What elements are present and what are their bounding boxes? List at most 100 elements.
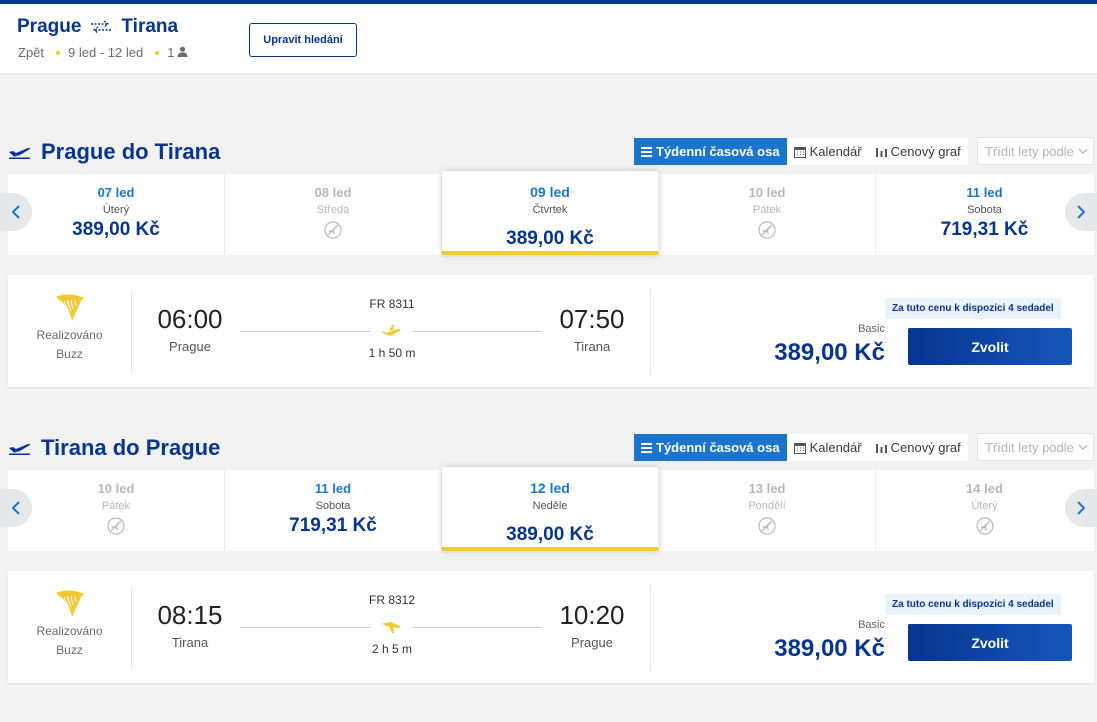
chevron-down-icon <box>1078 148 1088 154</box>
fare-type: Basic <box>858 619 885 631</box>
day-weekday: Sobota <box>967 204 1002 216</box>
flight-number: FR 8311 <box>369 297 415 311</box>
departure-city: Prague <box>169 339 211 354</box>
day-weekday: Pátek <box>752 204 782 216</box>
view-toggle: Týdenní časová osa Kalendář Cenový graf <box>634 138 968 165</box>
departure-city: Tirana <box>171 635 209 650</box>
destination-city: Tirana <box>121 16 179 37</box>
date-carousel: 10 led Pátek 11 led Sobota 719,31 Kč 12 … <box>0 467 1097 551</box>
bar-chart-icon <box>875 444 887 453</box>
day-date: 14 led <box>966 481 1003 496</box>
select-flight-button[interactable]: Zvolit <box>908 624 1072 661</box>
inbound-title: Tirana do Prague <box>41 435 221 460</box>
day-date: 10 led <box>97 481 135 496</box>
route-line <box>240 331 370 332</box>
arrival-time: 07:50 <box>559 304 625 334</box>
tab-label: Kalendář <box>809 440 862 455</box>
arrival-time: 10:20 <box>559 600 625 630</box>
sort-select[interactable]: Třídit lety podle <box>977 137 1094 165</box>
next-dates-button[interactable] <box>1065 193 1097 231</box>
operator-line-1: Realizováno <box>36 328 103 342</box>
route-line <box>412 627 542 628</box>
tab-label: Týdenní časová osa <box>656 440 780 455</box>
date-card: 10 led Pátek <box>659 174 876 255</box>
divider <box>650 290 651 374</box>
chevron-left-icon <box>12 501 20 515</box>
day-date: 10 led <box>748 185 786 200</box>
date-card[interactable]: 11 led Sobota 719,31 Kč <box>225 470 442 551</box>
route-line <box>240 627 370 628</box>
weekly-timeline-tab[interactable]: Týdenní časová osa <box>634 138 787 165</box>
flight-card: Realizováno Buzz 08:15 Tirana FR 8312 2 … <box>8 571 1094 683</box>
airline-harp-logo-icon <box>8 590 131 618</box>
plane-takeoff-icon <box>8 139 31 165</box>
select-flight-button[interactable]: Zvolit <box>908 328 1072 365</box>
operator-line-1: Realizováno <box>36 624 103 638</box>
chevron-down-icon <box>1078 444 1088 450</box>
origin-city: Prague <box>17 16 82 37</box>
day-price: 389,00 Kč <box>72 219 160 240</box>
operator-line-2: Buzz <box>56 347 83 361</box>
day-date: 08 led <box>314 185 352 200</box>
edit-search-button[interactable]: Upravit hledání <box>249 23 357 57</box>
plane-landing-icon <box>380 618 404 641</box>
no-flight-icon <box>659 221 875 239</box>
date-card: 08 led Středa <box>225 174 442 255</box>
date-card: 10 led Pátek <box>8 470 225 551</box>
chevron-left-icon <box>12 205 20 219</box>
no-flight-icon <box>876 517 1093 535</box>
date-card[interactable]: 11 led Sobota 719,31 Kč <box>876 174 1093 255</box>
calendar-icon <box>793 442 806 454</box>
day-date: 13 led <box>748 481 786 496</box>
day-weekday: Úterý <box>971 500 998 512</box>
calendar-tab[interactable]: Kalendář <box>786 434 869 461</box>
date-card[interactable]: 07 led Úterý 389,00 Kč <box>8 174 225 255</box>
plane-takeoff-icon <box>8 435 31 461</box>
tab-label: Kalendář <box>809 144 862 159</box>
tab-label: Cenový graf <box>890 440 961 455</box>
trip-dates: 9 led - 12 led <box>68 45 144 60</box>
seats-available-badge: Za tuto cenu k dispozici 4 sedadel <box>885 298 1061 319</box>
calendar-icon <box>793 146 806 158</box>
no-flight-icon <box>659 517 875 535</box>
sort-select[interactable]: Třídit lety podle <box>977 433 1094 461</box>
sort-placeholder: Třídit lety podle <box>985 439 1074 455</box>
day-date: 07 led <box>97 185 135 200</box>
weekly-timeline-tab[interactable]: Týdenní časová osa <box>634 434 787 461</box>
divider <box>650 586 651 670</box>
arrival-city: Prague <box>571 635 613 650</box>
outbound-title: Prague do Tirana <box>41 139 221 164</box>
date-carousel: 07 led Úterý 389,00 Kč 08 led Středa 09 … <box>0 171 1097 255</box>
person-icon <box>174 45 188 60</box>
day-price: 719,31 Kč <box>940 219 1029 240</box>
no-flight-icon <box>225 221 441 239</box>
tab-label: Týdenní časová osa <box>656 144 780 159</box>
section-title: Prague do Tirana <box>8 137 220 167</box>
route-title: Prague Tirana <box>17 16 178 38</box>
section-title: Tirana do Prague <box>8 433 220 463</box>
airline-harp-logo-icon <box>8 294 131 322</box>
day-date: 09 led <box>530 184 570 200</box>
flight-duration: 1 h 50 m <box>368 346 416 360</box>
route-line <box>412 331 542 332</box>
price-chart-tab[interactable]: Cenový graf <box>868 434 968 461</box>
calendar-tab[interactable]: Kalendář <box>786 138 869 165</box>
plane-icon <box>380 322 404 345</box>
separator-dot <box>56 50 61 55</box>
day-date: 11 led <box>966 185 1003 200</box>
operator-line-2: Buzz <box>56 643 83 657</box>
tab-label: Cenový graf <box>890 144 961 159</box>
no-flight-icon <box>8 517 224 535</box>
price-chart-tab[interactable]: Cenový graf <box>868 138 968 165</box>
day-weekday: Sobota <box>315 500 351 512</box>
search-summary-bar: Prague Tirana Zpět 9 led - 12 led 1 Upra… <box>0 0 1097 74</box>
flight-price: 389,00 Kč <box>774 635 885 662</box>
date-card-selected[interactable]: 12 led Neděle 389,00 Kč <box>442 467 659 551</box>
list-icon <box>641 146 652 157</box>
next-dates-button[interactable] <box>1065 489 1097 527</box>
day-price: 719,31 Kč <box>289 515 377 536</box>
date-card: 13 led Pondělí <box>659 470 876 551</box>
day-date: 11 led <box>314 481 352 496</box>
day-weekday: Pátek <box>101 500 131 512</box>
date-card-selected[interactable]: 09 led Čtvrtek 389,00 Kč <box>442 171 659 255</box>
